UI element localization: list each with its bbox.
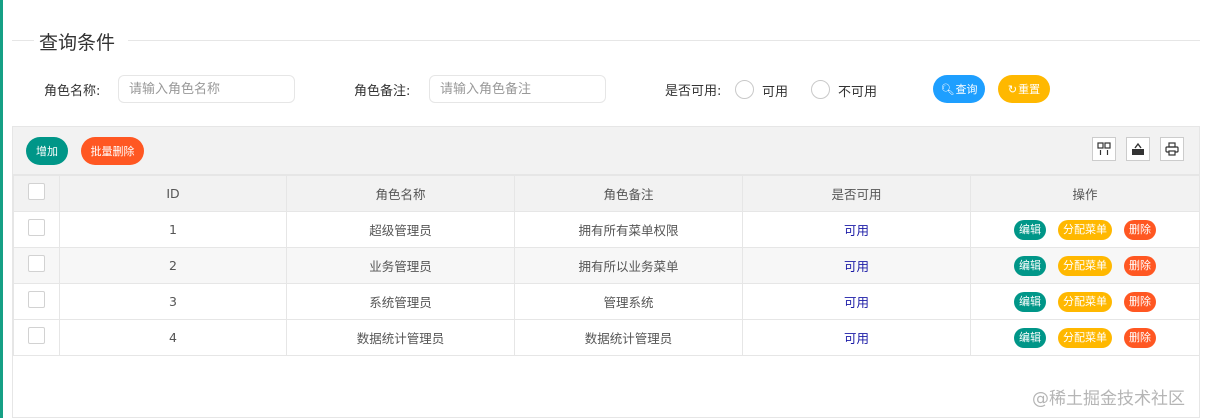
delete-button[interactable]: 删除: [1123, 327, 1156, 348]
columns-icon[interactable]: [1092, 137, 1116, 161]
status-text: 可用: [843, 259, 869, 274]
table-toolbar: 增加 批量删除: [13, 127, 1199, 175]
delete-button[interactable]: 删除: [1123, 255, 1156, 276]
row-checkbox[interactable]: [28, 291, 45, 308]
cell-actions: 编辑 分配菜单 删除: [970, 211, 1200, 248]
cell-id: 4: [59, 319, 287, 356]
export-icon[interactable]: [1126, 137, 1150, 161]
header-available[interactable]: 是否可用: [742, 175, 971, 212]
table-row: 1 超级管理员 拥有所有菜单权限 可用 编辑 分配菜单 删除: [13, 211, 1200, 248]
cell-id: 1: [59, 211, 287, 248]
watermark: @稀土掘金技术社区: [1032, 389, 1185, 409]
reset-button[interactable]: ↻ 重置: [998, 75, 1050, 103]
cell-role-name: 超级管理员: [286, 211, 515, 248]
header-actions: 操作: [970, 175, 1200, 212]
row-checkbox[interactable]: [28, 327, 45, 344]
radio-available-label[interactable]: 可用: [762, 81, 788, 100]
cell-actions: 编辑 分配菜单 删除: [970, 283, 1200, 320]
row-select-cell: [13, 319, 60, 356]
role-remark-label: 角色备注:: [354, 84, 411, 99]
reset-button-label: 重置: [1018, 83, 1041, 96]
radio-available[interactable]: [735, 80, 754, 99]
available-label: 是否可用:: [665, 84, 722, 99]
cell-role-remark: 拥有所有菜单权限: [514, 211, 743, 248]
cell-actions: 编辑 分配菜单 删除: [970, 247, 1200, 284]
cell-role-remark: 拥有所以业务菜单: [514, 247, 743, 284]
cell-status: 可用: [742, 211, 971, 248]
select-all-checkbox[interactable]: [28, 183, 45, 200]
edit-button[interactable]: 编辑: [1014, 219, 1047, 240]
radio-unavailable-label[interactable]: 不可用: [838, 81, 877, 100]
status-text: 可用: [843, 295, 869, 310]
select-all-cell: [13, 175, 60, 212]
cell-id: 3: [59, 283, 287, 320]
row-checkbox[interactable]: [28, 255, 45, 272]
header-role-name[interactable]: 角色名称: [286, 175, 515, 212]
row-select-cell: [13, 283, 60, 320]
batch-delete-button[interactable]: 批量删除: [81, 137, 144, 165]
status-text: 可用: [843, 331, 869, 346]
header-id[interactable]: ID: [59, 175, 287, 212]
search-button-label: 查询: [955, 83, 978, 96]
roles-table: ID 角色名称 角色备注 是否可用 操作 1 超级管理员 拥有所有菜单权限 可用…: [13, 175, 1200, 356]
cell-status: 可用: [742, 319, 971, 356]
table-row: 3 系统管理员 管理系统 可用 编辑 分配菜单 删除: [13, 283, 1200, 320]
header-role-remark[interactable]: 角色备注: [514, 175, 743, 212]
left-accent-strip: [0, 0, 3, 418]
cell-actions: 编辑 分配菜单 删除: [970, 319, 1200, 356]
delete-button[interactable]: 删除: [1123, 219, 1156, 240]
add-button[interactable]: 增加: [26, 137, 68, 165]
print-icon[interactable]: [1160, 137, 1184, 161]
cell-role-name: 数据统计管理员: [286, 319, 515, 356]
cell-id: 2: [59, 247, 287, 284]
assign-menu-button[interactable]: 分配菜单: [1058, 327, 1112, 348]
cell-role-name: 业务管理员: [286, 247, 515, 284]
delete-button[interactable]: 删除: [1123, 291, 1156, 312]
query-form: 角色名称: 角色备注: 是否可用: 可用 不可用 🔍︎ 查询 ↻ 重置: [0, 74, 1209, 104]
cell-role-remark: 数据统计管理员: [514, 319, 743, 356]
assign-menu-button[interactable]: 分配菜单: [1058, 291, 1112, 312]
query-fieldset-legend: 查询条件: [12, 26, 1200, 56]
table-row: 4 数据统计管理员 数据统计管理员 可用 编辑 分配菜单 删除: [13, 319, 1200, 356]
radio-unavailable[interactable]: [811, 80, 830, 99]
edit-button[interactable]: 编辑: [1014, 255, 1047, 276]
row-select-cell: [13, 211, 60, 248]
role-name-input[interactable]: [118, 75, 295, 103]
cell-status: 可用: [742, 247, 971, 284]
search-icon: 🔍︎: [940, 82, 955, 96]
cell-status: 可用: [742, 283, 971, 320]
table-panel: 增加 批量删除 ID 角色名称 角色备注 是否可用 操作 1 超级管理员 拥有所…: [12, 126, 1200, 418]
table-row: 2 业务管理员 拥有所以业务菜单 可用 编辑 分配菜单 删除: [13, 247, 1200, 284]
edit-button[interactable]: 编辑: [1014, 291, 1047, 312]
fieldset-title: 查询条件: [39, 32, 116, 54]
assign-menu-button[interactable]: 分配菜单: [1058, 219, 1112, 240]
role-remark-input[interactable]: [429, 75, 606, 103]
fieldset-line-left: [12, 40, 34, 41]
role-name-label: 角色名称:: [44, 84, 101, 99]
row-checkbox[interactable]: [28, 219, 45, 236]
status-text: 可用: [843, 223, 869, 238]
table-header-row: ID 角色名称 角色备注 是否可用 操作: [13, 175, 1200, 212]
row-select-cell: [13, 247, 60, 284]
assign-menu-button[interactable]: 分配菜单: [1058, 255, 1112, 276]
fieldset-line-right: [128, 40, 1200, 41]
refresh-icon: ↻: [1007, 82, 1018, 96]
edit-button[interactable]: 编辑: [1014, 327, 1047, 348]
cell-role-name: 系统管理员: [286, 283, 515, 320]
search-button[interactable]: 🔍︎ 查询: [933, 75, 985, 103]
cell-role-remark: 管理系统: [514, 283, 743, 320]
